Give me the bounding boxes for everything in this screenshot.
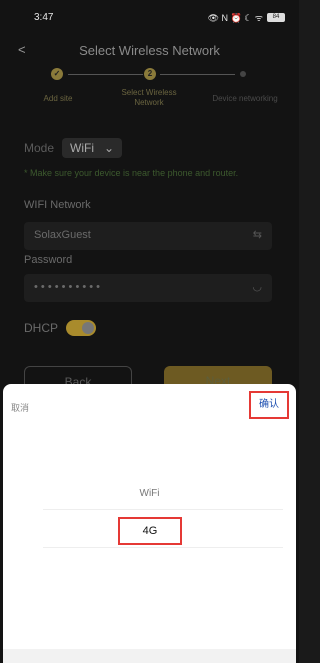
step-connector [160,74,235,75]
hint-text: * Make sure your device is near the phon… [24,168,239,178]
password-label: Password [24,254,73,266]
step-2-marker: 2 [144,68,156,80]
switch-network-icon[interactable]: ⇆ [253,228,262,241]
wifi-network-label: WIFI Network [24,199,91,211]
mode-label: Mode [24,141,55,155]
status-bar: 3:47 👁 N ⏰ ☾ ᯤ 84 [0,0,299,34]
cancel-button[interactable]: 取消 [11,401,29,414]
chevron-down-icon: ⌄ [104,141,115,155]
toggle-knob [82,322,95,334]
status-time: 3:47 [34,11,54,23]
header: < Select Wireless Network [0,40,299,62]
step-connector [68,74,143,75]
picker-sheet: 取消 确认 WiFi 4G [3,384,296,663]
password-value: • • • • • • • • • • [34,281,101,293]
confirm-button[interactable]: 确认 [249,391,289,419]
step-1-check-icon: ✓ [51,68,63,80]
picker-divider [43,547,283,548]
mode-value: WiFi [70,141,95,155]
dhcp-row: DHCP [24,320,97,336]
stepper: ✓ 2 Add site Select Wireless Network Dev… [0,66,299,116]
status-icons: 👁 N ⏰ ☾ ᯤ 84 [208,11,285,24]
step-label-add-site: Add site [43,94,73,103]
battery-icon: 84 [267,12,285,22]
mode-row: Mode WiFi ⌄ [24,138,123,158]
wifi-network-field[interactable]: SolaxGuest ⇆ [24,222,272,250]
wifi-network-value: SolaxGuest [34,229,91,241]
eye-hidden-icon[interactable]: ◡ [252,280,262,293]
status-icons-text: 👁 N ⏰ ☾ ᯤ [207,12,263,23]
picker-option-wifi[interactable]: WiFi [3,488,296,499]
step-label-device-networking: Device networking [212,94,278,103]
dhcp-label: DHCP [24,321,59,335]
picker-divider [43,509,283,510]
step-3-marker [240,71,246,77]
mode-select[interactable]: WiFi ⌄ [62,138,123,158]
password-field[interactable]: • • • • • • • • • • ◡ [24,274,272,302]
step-label-select-network: Select Wireless Network [121,88,177,107]
dhcp-toggle[interactable] [66,320,97,336]
page-title: Select Wireless Network [79,43,220,58]
sheet-bottom-bar [3,649,296,663]
picker-option-4g-selected[interactable]: 4G [118,517,182,545]
